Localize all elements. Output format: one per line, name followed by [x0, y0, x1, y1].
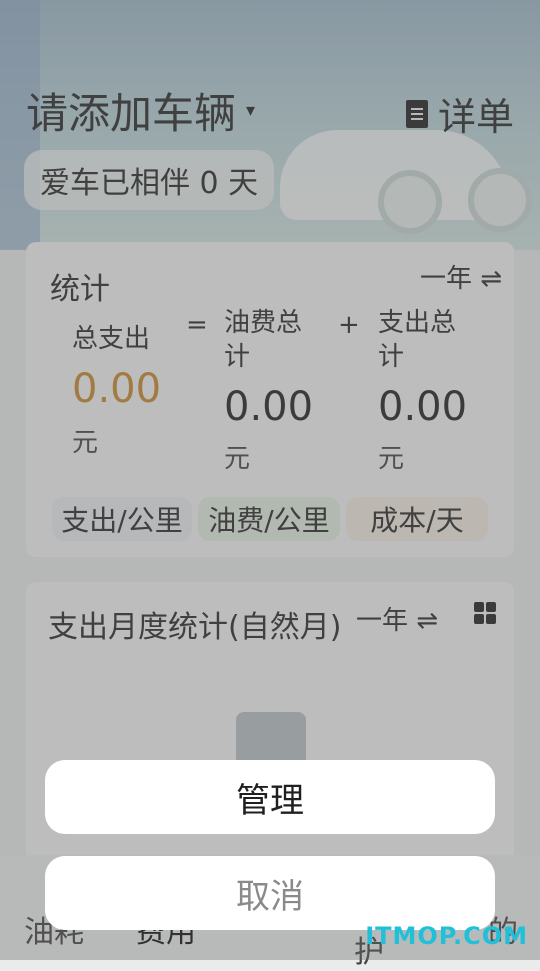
- manage-button[interactable]: 管理: [45, 760, 495, 834]
- cancel-button[interactable]: 取消: [45, 856, 495, 930]
- watermark-logo: ITMOP.COM: [365, 922, 528, 950]
